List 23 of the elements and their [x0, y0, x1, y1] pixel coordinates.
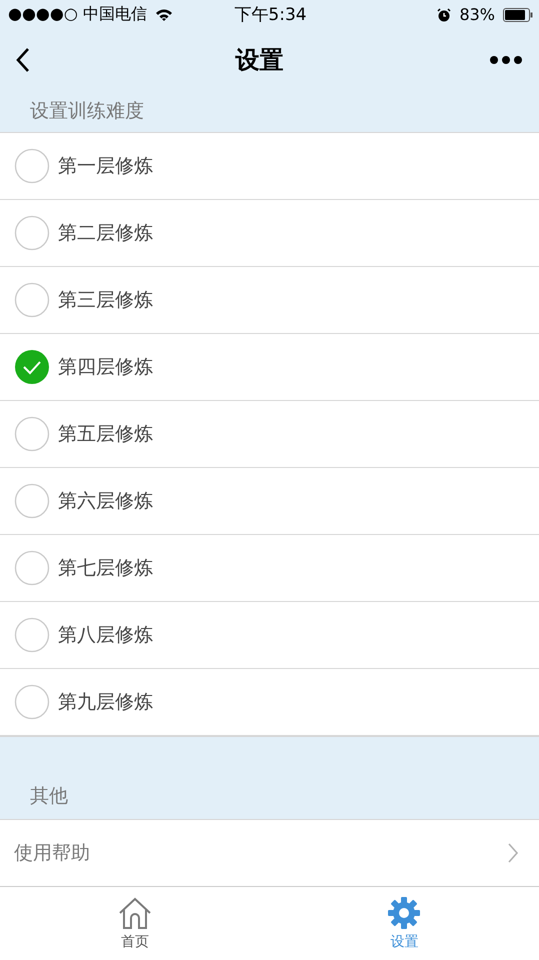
list-item[interactable]: 第六层修炼 [0, 468, 539, 536]
status-time: 下午5:34 [234, 4, 307, 26]
chevron-right-icon [507, 842, 519, 864]
list-item[interactable]: 第九层修炼 [0, 669, 539, 736]
list-item[interactable]: 第八层修炼 [0, 602, 539, 670]
list-item[interactable]: 第三层修炼 [0, 267, 539, 334]
gear-icon [387, 896, 422, 930]
carrier-signal: ●●●●○ 中国电信 [8, 4, 147, 26]
list-item[interactable]: 第二层修炼 [0, 200, 539, 268]
back-icon [16, 46, 30, 73]
list-item[interactable]: 使用帮助 [0, 820, 539, 886]
home-icon [116, 896, 153, 930]
tab[interactable]: 首页 [0, 887, 270, 960]
battery-icon [503, 8, 533, 22]
page-title: 设置 [236, 44, 284, 76]
list-item[interactable]: 第一层修炼 [0, 133, 539, 200]
wifi-icon [154, 8, 173, 22]
list-item[interactable]: 第四层修炼 [0, 334, 539, 402]
battery-percent: 83% [459, 5, 495, 24]
list-item[interactable]: 第七层修炼 [0, 535, 539, 602]
alarm-icon [437, 8, 452, 22]
more-icon [489, 54, 523, 65]
list-item[interactable]: 第五层修炼 [0, 401, 539, 468]
